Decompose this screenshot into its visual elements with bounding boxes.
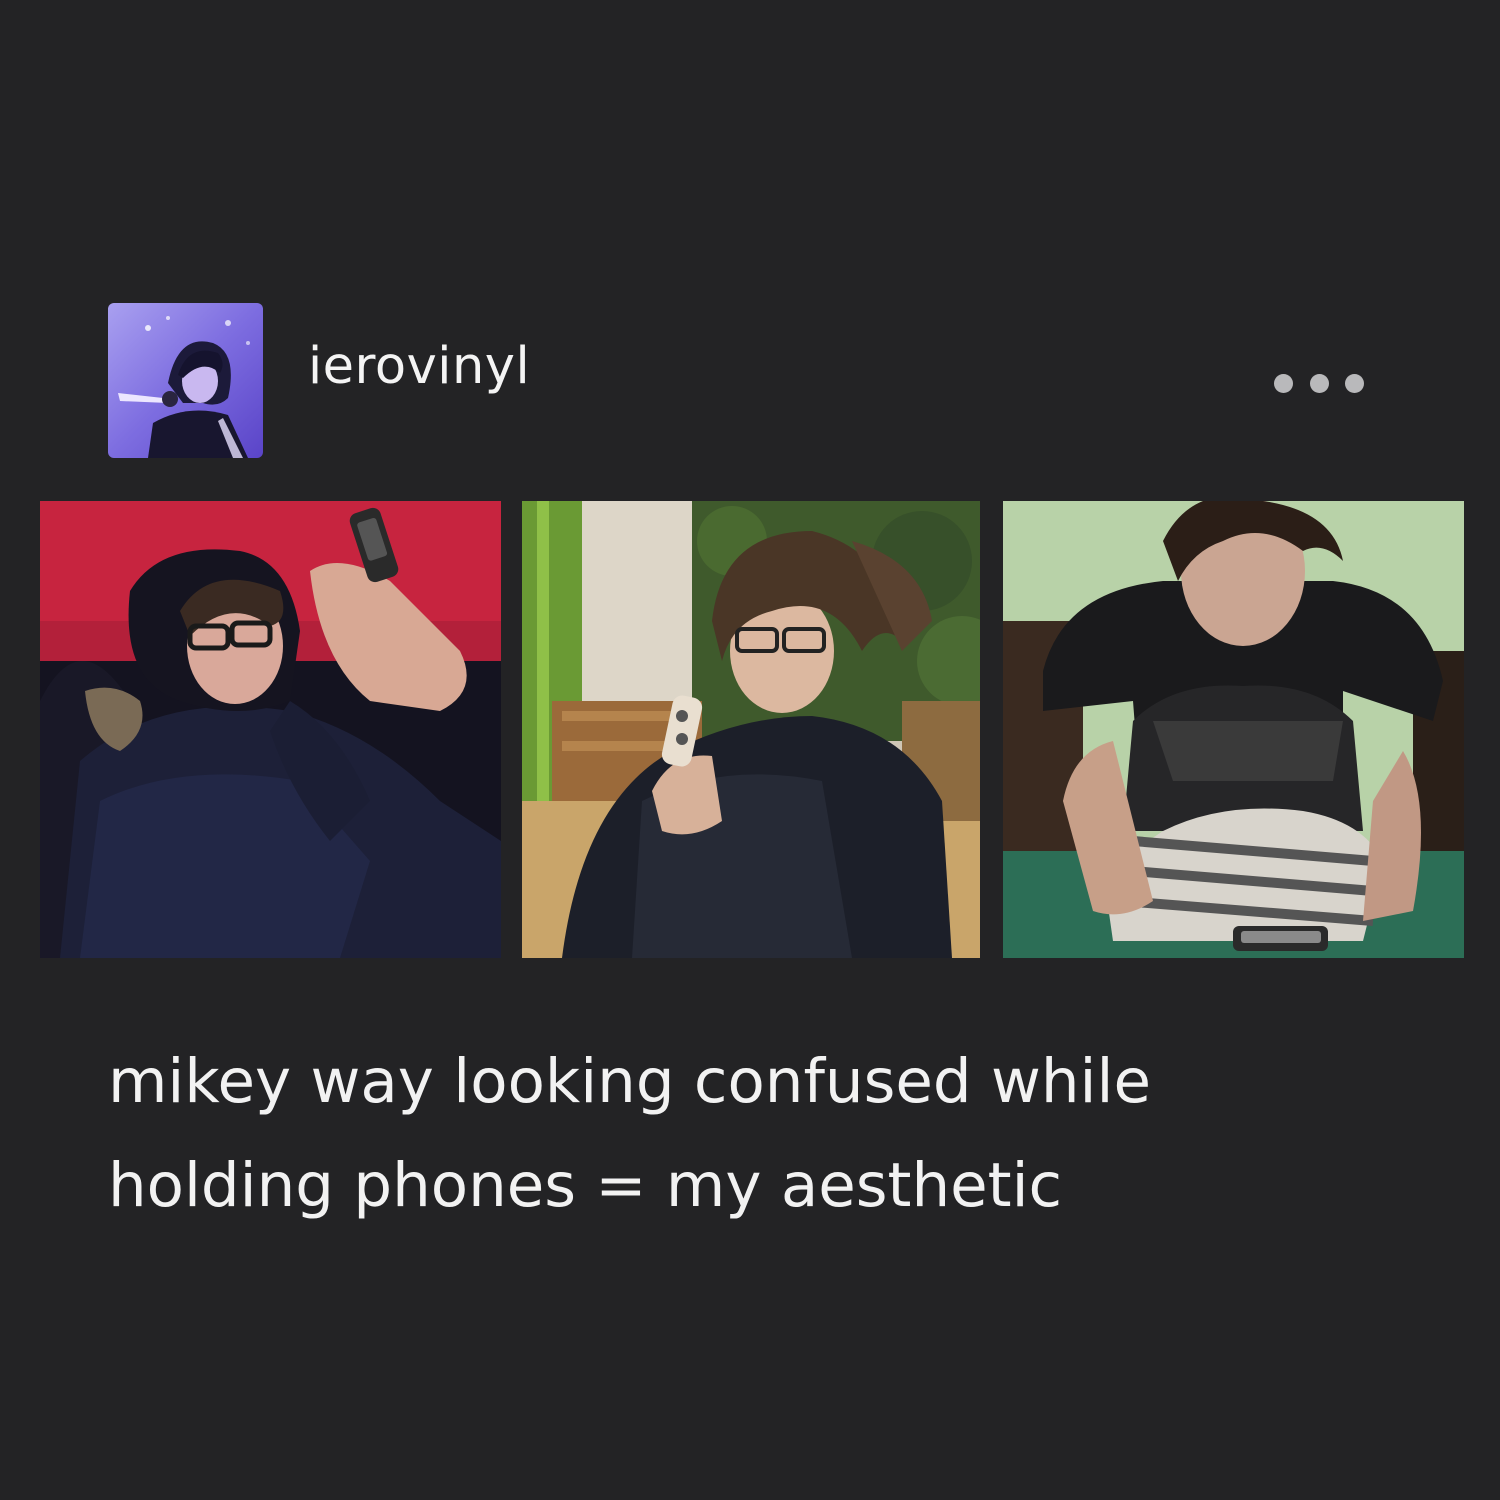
- photo-set: [40, 501, 1464, 958]
- photo-person-phone-green-wall: [1003, 501, 1464, 958]
- more-options-icon-dot-3: [1345, 373, 1364, 393]
- avatar[interactable]: [108, 303, 263, 458]
- post-caption: mikey way looking confused while holding…: [108, 1030, 1308, 1238]
- post-header: ierovinyl: [108, 303, 1368, 459]
- photo-person-phone-red-wall: [40, 501, 501, 958]
- caption-line-2: holding phones = my aesthetic: [108, 1150, 1063, 1221]
- avatar-image: [108, 303, 263, 458]
- photo-2[interactable]: [522, 501, 980, 958]
- photo-1[interactable]: [40, 501, 501, 958]
- more-options-button[interactable]: [1274, 365, 1364, 401]
- caption-line-1: mikey way looking confused while: [108, 1046, 1151, 1117]
- more-options-icon-dot-2: [1309, 373, 1329, 393]
- author-username[interactable]: ierovinyl: [308, 341, 530, 392]
- photo-3[interactable]: [1003, 501, 1464, 958]
- more-options-icon: [1274, 373, 1293, 393]
- post-card: ierovinyl mikey way looking confused whi…: [0, 0, 1500, 1500]
- photo-person-phone-garden: [522, 501, 980, 958]
